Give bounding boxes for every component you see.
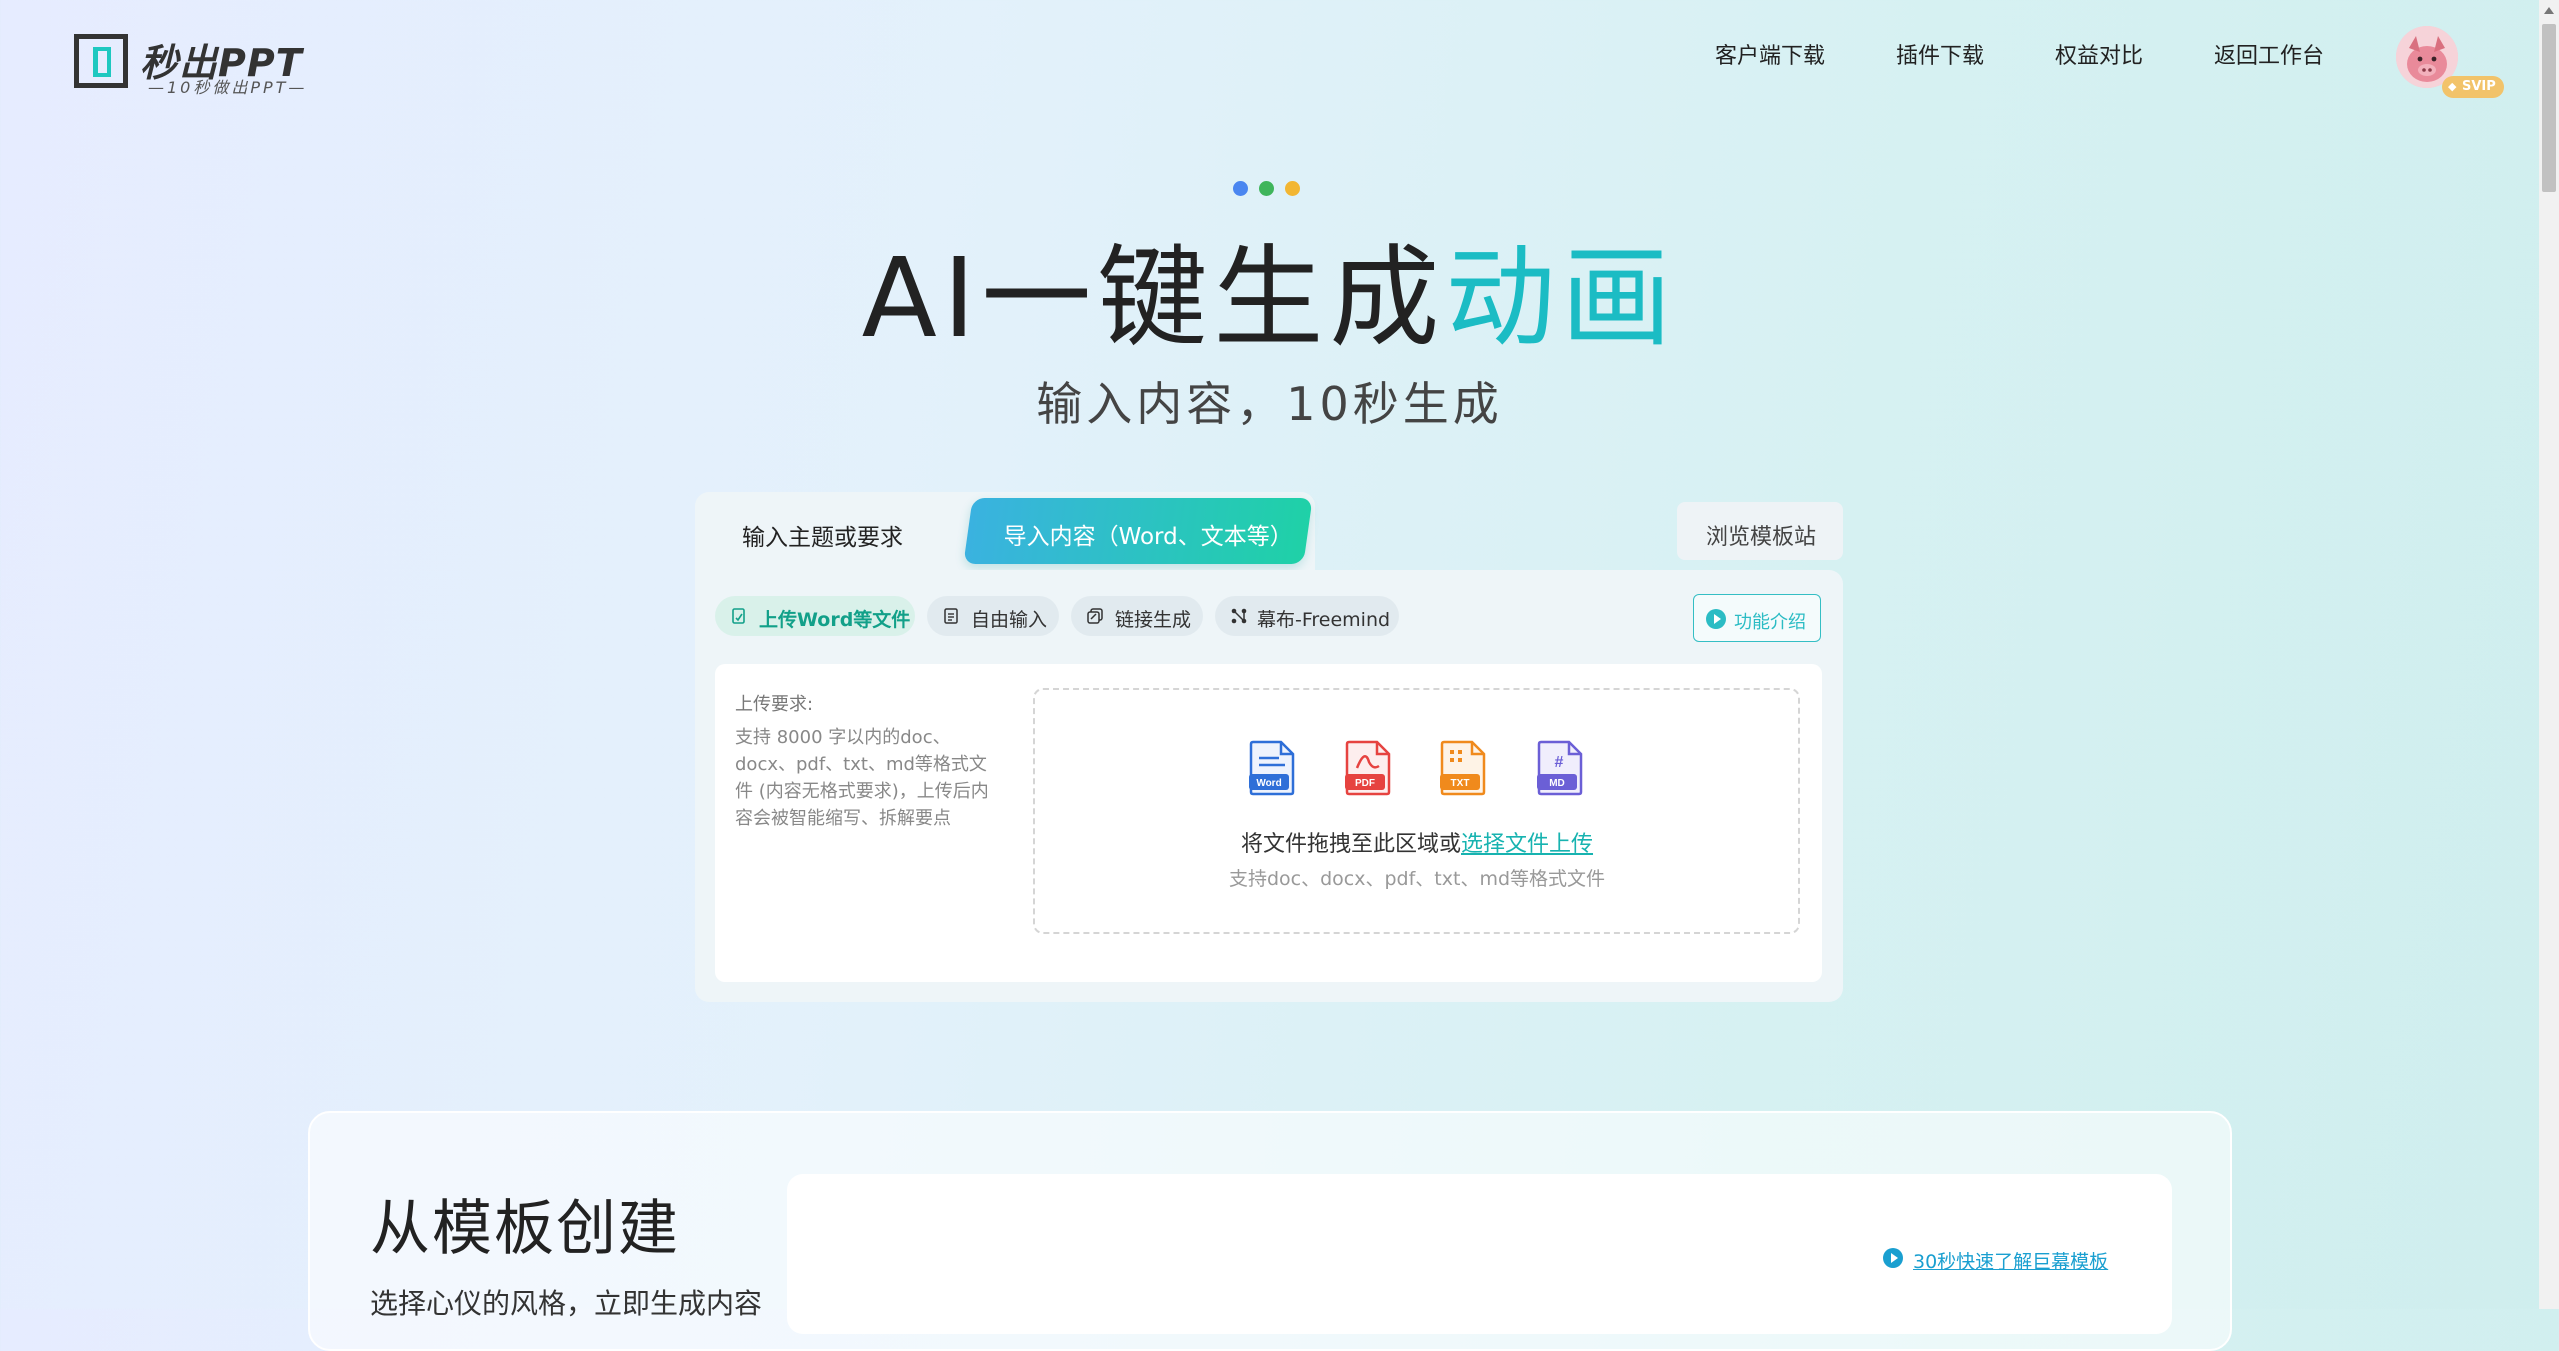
hero-title: AI一键生成动画: [0, 208, 2539, 368]
logo[interactable]: 秒出PPT —10秒做出PPT—: [74, 32, 314, 97]
mindmap-icon: [1231, 608, 1247, 624]
drop-text: 将文件拖拽至此区域或: [1240, 832, 1461, 857]
md-file-icon: # MD: [1537, 740, 1583, 796]
browse-template-button[interactable]: 浏览模板站: [1677, 502, 1843, 560]
chip-upload-file-label: 上传Word等文件: [759, 609, 911, 631]
txt-file-icon: TXT: [1440, 740, 1486, 796]
dot-green: [1259, 181, 1274, 196]
chip-mubu-freemind-label: 幕布-Freemind: [1257, 609, 1391, 631]
chip-mubu-freemind[interactable]: 幕布-Freemind: [1215, 596, 1399, 636]
play-icon: [1883, 1248, 1903, 1268]
select-file-link[interactable]: 选择文件上传: [1461, 832, 1593, 857]
svg-text:MD: MD: [1549, 778, 1565, 789]
nav-back-to-workspace[interactable]: 返回工作台: [2214, 38, 2324, 70]
chip-free-input[interactable]: 自由输入: [927, 596, 1059, 636]
scroll-up-arrow-icon[interactable]: [2544, 7, 2554, 14]
pdf-file-icon: PDF: [1345, 740, 1391, 796]
feature-intro-label: 功能介绍: [1734, 612, 1806, 633]
dot-blue: [1233, 181, 1248, 196]
decorative-dots: [1233, 181, 1300, 196]
svip-badge: SVIP: [2442, 76, 2504, 98]
dot-yellow: [1285, 181, 1300, 196]
upload-requirements-title: 上传要求:: [735, 694, 814, 715]
svg-text:Word: Word: [1256, 778, 1281, 789]
link-icon: [1087, 608, 1103, 624]
chip-link-generate-label: 链接生成: [1115, 609, 1192, 631]
svg-text:#: #: [1555, 754, 1564, 771]
svg-text:PDF: PDF: [1355, 778, 1375, 789]
top-header: 秒出PPT —10秒做出PPT— 客户端下载 插件下载 权益对比 返回工作台 S…: [0, 0, 2559, 115]
tab-topic-label: 输入主题或要求: [742, 525, 903, 551]
template-section-title: 从模板创建: [370, 1194, 680, 1264]
feature-intro-button[interactable]: 功能介绍: [1693, 594, 1821, 642]
nav-plugin-download[interactable]: 插件下载: [1896, 38, 1984, 70]
chip-link-generate[interactable]: 链接生成: [1071, 596, 1203, 636]
logo-tagline: —10秒做出PPT—: [148, 78, 308, 97]
play-icon: [1706, 609, 1726, 629]
quick-intro-label: 30秒快速了解巨幕模板: [1913, 1251, 2109, 1273]
upload-doc-icon: [732, 608, 745, 624]
scroll-thumb[interactable]: [2542, 24, 2556, 192]
scrollbar[interactable]: [2539, 0, 2559, 1309]
tab-import-content[interactable]: 导入内容（Word、文本等）: [963, 498, 1313, 564]
tab-import-label: 导入内容（Word、文本等）: [1003, 524, 1293, 550]
drop-instruction: 将文件拖拽至此区域或选择文件上传: [0, 826, 2559, 858]
logo-mark-icon: [74, 34, 128, 88]
svg-text:TXT: TXT: [1451, 778, 1470, 789]
upload-requirements-text: 支持 8000 字以内的doc、docx、pdf、txt、md等格式文件 (内容…: [735, 727, 989, 829]
chip-free-input-label: 自由输入: [971, 609, 1048, 631]
hero-title-accent: 动画: [1445, 234, 1678, 362]
hero-title-main: AI一键生成: [861, 234, 1446, 362]
tab-topic[interactable]: 输入主题或要求: [695, 492, 985, 570]
nav-benefits-compare[interactable]: 权益对比: [2055, 38, 2143, 70]
chip-upload-file[interactable]: 上传Word等文件: [715, 596, 915, 636]
word-file-icon: Word: [1249, 740, 1295, 796]
browse-template-label: 浏览模板站: [1706, 525, 1817, 550]
hero-subtitle: 输入内容，10秒生成: [1036, 377, 1503, 431]
document-icon: [944, 608, 958, 624]
drop-format-hint: 支持doc、docx、pdf、txt、md等格式文件: [1228, 868, 1606, 890]
template-section-subtitle: 选择心仪的风格，立即生成内容: [370, 1287, 763, 1320]
nav-client-download[interactable]: 客户端下载: [1715, 38, 1825, 70]
file-dropzone[interactable]: [1033, 688, 1800, 934]
